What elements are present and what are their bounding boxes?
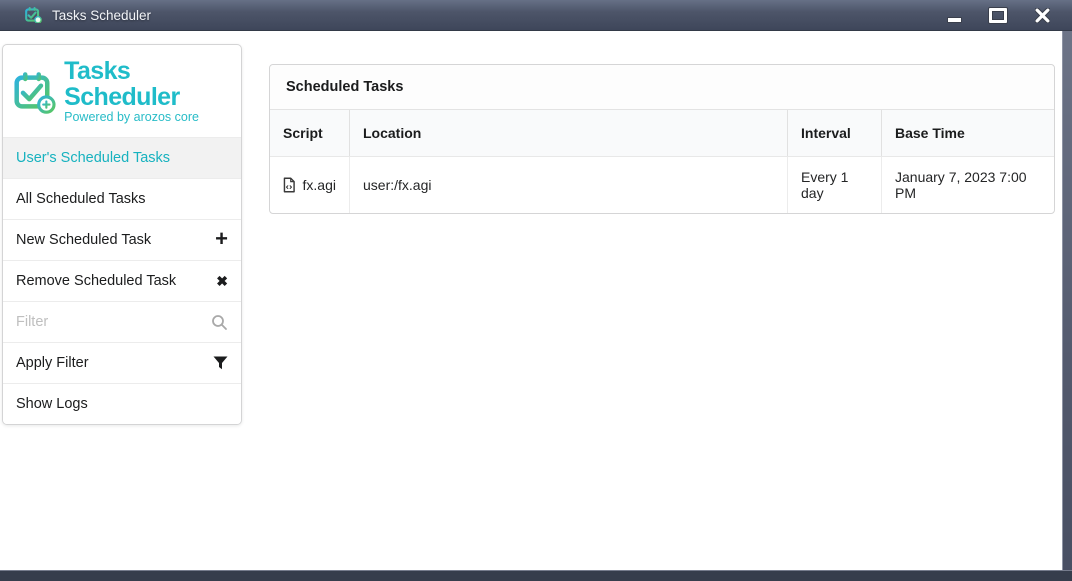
window-frame-right xyxy=(1062,31,1072,581)
app-calendar-icon xyxy=(25,7,42,23)
close-button[interactable] xyxy=(1020,0,1064,31)
minimize-button[interactable] xyxy=(932,0,976,31)
cell-script: fx.agi xyxy=(270,157,349,213)
app-window: Tasks Scheduler xyxy=(0,0,1072,581)
cell-interval: Every 1 day xyxy=(787,157,881,213)
table-header-row: Script Location Interval Base Time xyxy=(270,110,1054,156)
minimize-icon xyxy=(947,17,962,23)
table-row[interactable]: fx.agi user:/fx.agi Every 1 day January … xyxy=(270,156,1054,213)
titlebar[interactable]: Tasks Scheduler xyxy=(0,0,1072,31)
interval-value: Every 1 day xyxy=(801,169,868,201)
sidebar-item-label: All Scheduled Tasks xyxy=(16,191,228,207)
logo-subtitle: Powered by arozos core xyxy=(64,110,233,124)
sidebar: Tasks Scheduler Powered by arozos core U… xyxy=(2,44,242,425)
sidebar-item-all-scheduled-tasks[interactable]: All Scheduled Tasks xyxy=(3,178,241,219)
close-icon xyxy=(1035,8,1050,23)
funnel-icon xyxy=(213,356,228,370)
tasks-scheduler-logo-icon xyxy=(14,69,57,115)
sidebar-item-label: Show Logs xyxy=(16,396,228,412)
logo-title: Tasks Scheduler xyxy=(64,59,233,110)
logo-text: Tasks Scheduler Powered by arozos core xyxy=(64,59,233,124)
cross-icon: ✖ xyxy=(216,273,228,290)
app-logo: Tasks Scheduler Powered by arozos core xyxy=(3,45,241,137)
window-title: Tasks Scheduler xyxy=(52,8,151,23)
cell-location: user:/fx.agi xyxy=(349,157,787,213)
column-header-interval: Interval xyxy=(787,110,881,156)
filter-input[interactable] xyxy=(16,314,211,330)
sidebar-item-remove-scheduled-task[interactable]: Remove Scheduled Task ✖ xyxy=(3,260,241,301)
window-frame-bottom xyxy=(0,570,1072,581)
sidebar-item-label: User's Scheduled Tasks xyxy=(16,150,228,166)
window-controls xyxy=(932,0,1064,31)
sidebar-item-label: Remove Scheduled Task xyxy=(16,273,216,289)
sidebar-item-label: Apply Filter xyxy=(16,355,213,371)
sidebar-item-new-scheduled-task[interactable]: New Scheduled Task + xyxy=(3,219,241,260)
sidebar-item-apply-filter[interactable]: Apply Filter xyxy=(3,342,241,383)
panel-title: Scheduled Tasks xyxy=(270,65,1054,110)
sidebar-filter-row xyxy=(3,301,241,342)
column-header-script: Script xyxy=(270,110,349,156)
scheduled-tasks-panel: Scheduled Tasks Script Location Interval… xyxy=(269,64,1055,214)
cell-base-time: January 7, 2023 7:00 PM xyxy=(881,157,1054,213)
sidebar-item-users-scheduled-tasks[interactable]: User's Scheduled Tasks xyxy=(3,137,241,178)
sidebar-item-show-logs[interactable]: Show Logs xyxy=(3,383,241,424)
script-name: fx.agi xyxy=(303,177,336,193)
column-header-location: Location xyxy=(349,110,787,156)
base-time-value: January 7, 2023 7:00 PM xyxy=(895,169,1041,201)
location-value: user:/fx.agi xyxy=(363,177,431,193)
file-code-icon xyxy=(283,177,296,193)
column-header-base-time: Base Time xyxy=(881,110,1054,156)
sidebar-item-label: New Scheduled Task xyxy=(16,232,215,248)
maximize-icon xyxy=(989,8,1007,23)
search-icon xyxy=(211,314,228,331)
maximize-button[interactable] xyxy=(976,0,1020,31)
